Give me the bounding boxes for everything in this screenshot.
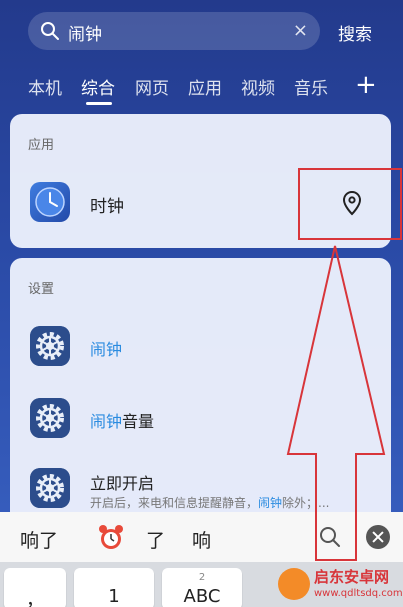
settings-section-title: 设置	[28, 282, 55, 297]
tab-web[interactable]: 网页	[135, 74, 169, 99]
tab-all[interactable]: 综合	[81, 74, 115, 99]
ime-suggestion-bar: 响了 了 响	[0, 512, 403, 562]
search-button[interactable]: 搜索	[338, 20, 372, 45]
settings-gear-icon	[30, 468, 70, 508]
settings-item-title: 闹钟音量	[90, 412, 155, 431]
search-icon	[41, 22, 59, 40]
tab-apps[interactable]: 应用	[188, 74, 222, 99]
tab-music[interactable]: 音乐	[294, 74, 328, 99]
settings-item-do-not-disturb[interactable]: 立即开启 开启后，来电和信息提醒静音，闹钟除外；...	[10, 458, 391, 518]
keyboard-search-icon[interactable]	[318, 525, 342, 549]
watermark-logo	[278, 568, 310, 600]
settings-item-alarm[interactable]: 闹钟	[10, 316, 391, 376]
apps-section-title: 应用	[28, 138, 55, 153]
watermark-url: www.qdltsdq.com	[314, 588, 403, 599]
settings-gear-icon	[30, 398, 70, 438]
settings-item-title: 闹钟	[90, 340, 123, 359]
settings-item-alarm-volume[interactable]: 闹钟音量	[10, 388, 391, 448]
clock-app-label: 时钟	[90, 197, 124, 217]
key-abc[interactable]: 2 ABC	[162, 568, 242, 607]
annotation-highlight-box	[298, 168, 402, 240]
key-comma[interactable]: ，	[4, 568, 66, 607]
clock-app-icon	[30, 182, 70, 222]
clear-icon[interactable]: ×	[293, 20, 308, 41]
suggestion-item[interactable]: 响了	[20, 526, 58, 553]
watermark: 启东安卓网 www.qdltsdq.com	[272, 562, 403, 607]
settings-item-subtitle: 开启后，来电和信息提醒静音，闹钟除外；...	[90, 496, 330, 510]
search-query: 闹钟	[68, 25, 102, 45]
key-1[interactable]: 1	[74, 568, 154, 607]
category-tabs: 本机 综合 网页 应用 视频 音乐 +	[0, 70, 403, 110]
settings-card: 设置 闹钟 闹钟音量 立即开启 开启后，来电和信息提醒静音，闹钟除外；...	[10, 258, 391, 528]
tab-local[interactable]: 本机	[28, 74, 62, 99]
tab-video[interactable]: 视频	[241, 74, 275, 99]
watermark-brand: 启东安卓网	[314, 568, 390, 586]
search-row: 闹钟 × 搜索	[0, 0, 403, 64]
settings-gear-icon	[30, 326, 70, 366]
search-input[interactable]: 闹钟 ×	[28, 12, 320, 50]
suggestion-item[interactable]: 了	[146, 526, 165, 553]
suggestion-item[interactable]: 响	[192, 526, 211, 553]
add-tab-button[interactable]: +	[355, 70, 377, 100]
alarm-clock-emoji-icon[interactable]	[96, 522, 126, 552]
settings-item-title: 立即开启	[90, 474, 155, 493]
close-icon[interactable]	[366, 525, 390, 549]
active-tab-indicator	[86, 102, 112, 105]
